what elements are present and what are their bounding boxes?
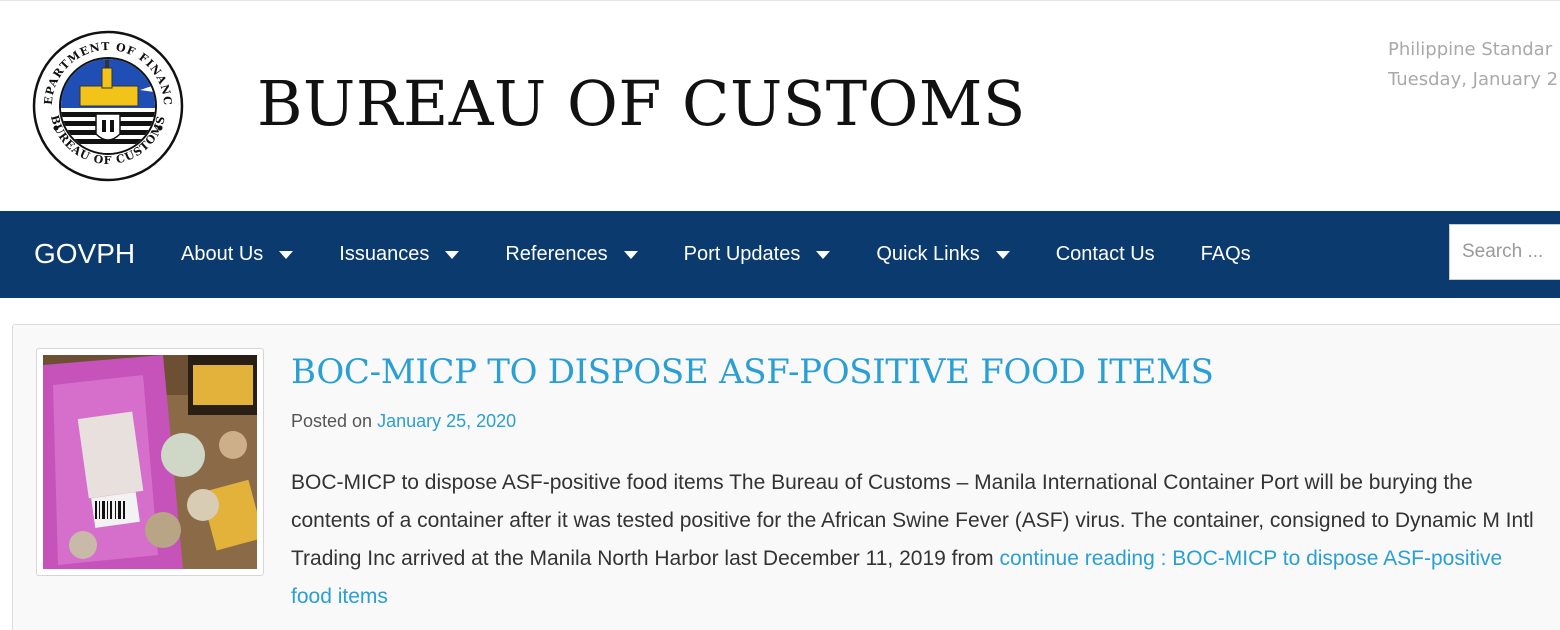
- post-excerpt: BOC-MICP to dispose ASF-positive food it…: [291, 464, 1541, 616]
- caret-down-icon: [445, 250, 460, 259]
- nav-item-label: FAQs: [1200, 243, 1251, 265]
- nav-item-faqs[interactable]: FAQs: [1201, 243, 1251, 266]
- post-meta: Posted on January 25, 2020: [291, 411, 516, 432]
- caret-down-icon: [995, 250, 1010, 259]
- nav-item-references[interactable]: References: [505, 243, 638, 266]
- caret-down-icon: [816, 250, 831, 259]
- philippine-standard-time: Philippine Standar Tuesday, January 2: [1388, 35, 1558, 95]
- bureau-of-customs-logo[interactable]: DEPARTMENT OF FINANCE BUREAU OF CUSTOMS: [27, 20, 184, 182]
- nav-item-label: Issuances: [339, 243, 430, 265]
- posted-on-label: Posted on: [291, 411, 373, 431]
- caret-down-icon: [623, 250, 638, 259]
- nav-item-label: References: [505, 243, 608, 265]
- govph-brand-link[interactable]: GOVPH: [34, 238, 135, 270]
- nav-item-label: Contact Us: [1055, 243, 1155, 265]
- post-thumbnail[interactable]: [36, 348, 264, 576]
- nav-item-quick-links[interactable]: Quick Links: [876, 243, 1010, 266]
- nav-item-label: About Us: [181, 243, 264, 265]
- nav-item-label: Port Updates: [683, 243, 801, 265]
- main-navigation: GOVPH About Us Issuances References Port…: [0, 211, 1560, 298]
- caret-down-icon: [279, 250, 294, 259]
- nav-item-port-updates[interactable]: Port Updates: [684, 243, 831, 266]
- food-items-image: [43, 355, 257, 569]
- nav-item-about-us[interactable]: About Us: [181, 243, 294, 266]
- pst-label: Philippine Standar: [1388, 39, 1553, 60]
- site-title[interactable]: BUREAU OF CUSTOMS: [257, 67, 1026, 140]
- nav-menu: About Us Issuances References Port Updat…: [181, 211, 1297, 298]
- search-box: [1449, 224, 1560, 280]
- nav-item-label: Quick Links: [876, 243, 980, 265]
- pst-date: Tuesday, January 2: [1388, 69, 1559, 90]
- nav-item-contact-us[interactable]: Contact Us: [1056, 243, 1155, 266]
- post-title-link[interactable]: BOC-MICP TO DISPOSE ASF-POSITIVE FOOD IT…: [291, 352, 1214, 392]
- post-date-link[interactable]: January 25, 2020: [377, 411, 516, 431]
- search-input[interactable]: [1450, 225, 1560, 279]
- nav-item-issuances[interactable]: Issuances: [339, 243, 460, 266]
- site-header: DEPARTMENT OF FINANCE BUREAU OF CUSTOMS: [0, 0, 1560, 211]
